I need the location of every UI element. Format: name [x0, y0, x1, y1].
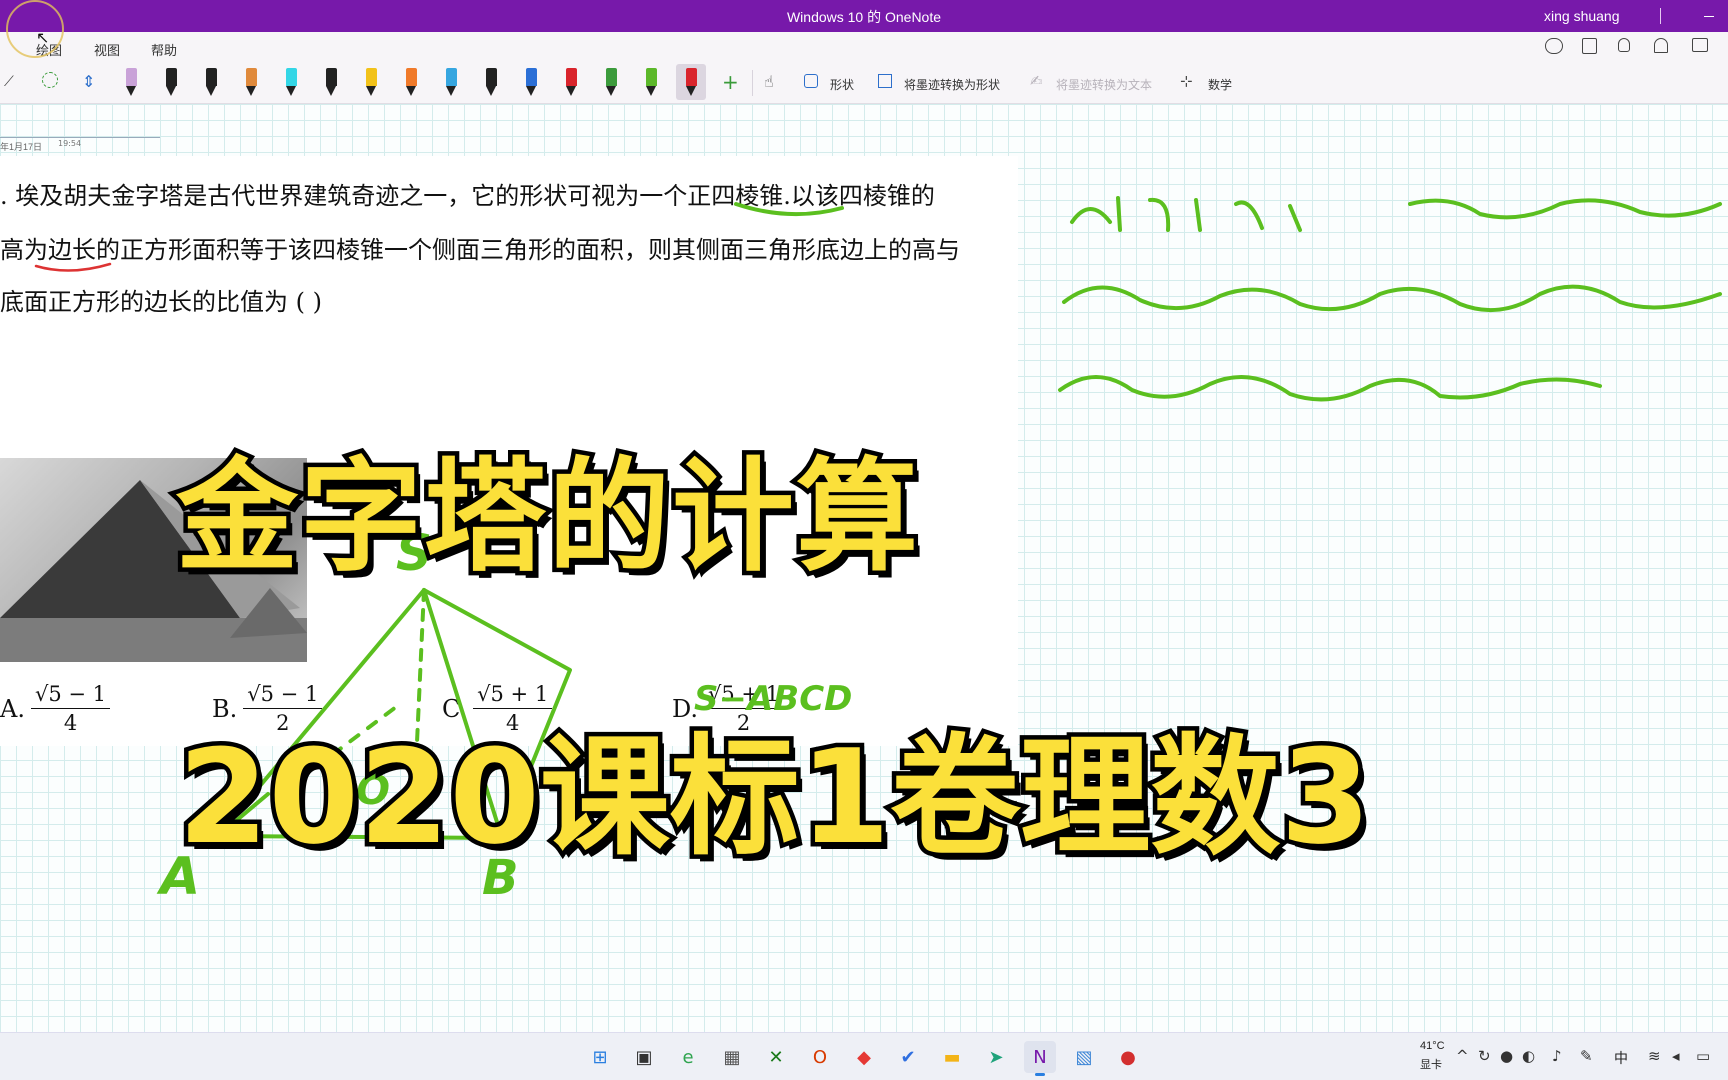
overlay-title-bottom: 2020课标1卷理数3 [174, 717, 1376, 878]
wifi-icon[interactable]: ≋ [1648, 1047, 1661, 1065]
notebook-icon[interactable] [1582, 38, 1597, 54]
active-app-indicator [1035, 1073, 1045, 1076]
recorder-icon[interactable]: ● [1112, 1041, 1144, 1073]
note-canvas[interactable]: 年1月17日 19:54 . 埃及胡夫金字塔是古代世界建筑奇迹之一，它的形状可视… [0, 104, 1728, 1032]
tab-view[interactable]: 视图 [94, 40, 120, 59]
bell-icon[interactable] [1654, 38, 1668, 53]
title-separator [1660, 8, 1661, 24]
tray-sync-icon[interactable]: ↻ [1478, 1047, 1491, 1065]
volume-icon[interactable]: ◂ [1672, 1047, 1680, 1065]
tray-temperature[interactable]: 41°C [1420, 1040, 1445, 1052]
lasso-select-icon[interactable]: ⟋ [4, 74, 14, 90]
lightbulb-icon[interactable] [1618, 38, 1630, 52]
photos-icon[interactable]: ▧ [1068, 1041, 1100, 1073]
toolbar-pen-9[interactable] [436, 64, 466, 100]
taskbar: ⊞ ▣ e ▦ ✕ O ◆ ✔ ▬ ➤ N ▧ ● 41°C 显卡 ^ ↻ ● ◐ ♪ ✎ 中 ≋ ◂ … [0, 1032, 1728, 1080]
xbox-icon[interactable]: ✕ [760, 1041, 792, 1073]
tray-app-icon[interactable]: ● [1500, 1047, 1513, 1065]
ink-to-shape-icon[interactable] [878, 74, 892, 88]
toolbar-pen-13[interactable] [596, 64, 626, 100]
ink-underline-red [34, 262, 112, 272]
insert-space-icon[interactable]: ⇕ [82, 72, 95, 91]
toolbar-pen-5[interactable] [276, 64, 306, 100]
draw-toolbar: ⟋ ⇕ + ☝ 形状 将墨迹转换为形状 ✍ 将墨迹转换为文本 ⊹ 数学 [0, 60, 1728, 104]
toolbar-pen-3[interactable] [196, 64, 226, 100]
cursor-highlight [6, 0, 64, 58]
ink-to-text-button: 将墨迹转换为文本 [1056, 78, 1153, 92]
shapes-icon[interactable] [804, 74, 818, 88]
ink-underline-green [734, 202, 844, 217]
toolbar-pen-6[interactable] [316, 64, 346, 100]
user-name[interactable]: xing shuang [1544, 8, 1620, 24]
toolbar-pen-11[interactable] [516, 64, 546, 100]
ink-note-line-1a [1070, 196, 1302, 232]
ink-note-line-3 [1058, 374, 1602, 402]
share-icon[interactable] [1692, 38, 1708, 52]
app-green-icon[interactable]: ➤ [980, 1041, 1012, 1073]
toolbar-pen-7[interactable] [356, 64, 386, 100]
toolbar-pen-8[interactable] [396, 64, 426, 100]
ink-note-line-1b [1408, 198, 1722, 220]
tray-gpu-label[interactable]: 显卡 [1420, 1056, 1442, 1072]
toolbar-pen-4[interactable] [236, 64, 266, 100]
app-blue-icon[interactable]: ✔ [892, 1041, 924, 1073]
sync-icon[interactable] [1545, 38, 1563, 54]
edge-icon[interactable]: e [672, 1041, 704, 1073]
file-explorer-icon[interactable]: ▬ [936, 1041, 968, 1073]
microphone-icon[interactable]: ♪ [1552, 1047, 1562, 1065]
app-red-icon[interactable]: ◆ [848, 1041, 880, 1073]
math-icon[interactable]: ⊹ [1180, 72, 1193, 90]
onenote-icon[interactable]: N [1024, 1041, 1056, 1076]
ink-to-shape-button[interactable]: 将墨迹转换为形状 [904, 76, 1000, 93]
menu-bar: 绘图 视图 帮助 [0, 32, 1728, 64]
tray-overflow-icon[interactable]: ^ [1456, 1047, 1469, 1065]
ink-to-text-icon: ✍ [1030, 72, 1043, 90]
task-view-icon[interactable]: ▣ [628, 1041, 660, 1073]
add-space-icon[interactable] [42, 72, 58, 88]
ink-note-line-2 [1062, 284, 1722, 313]
touch-draw-icon[interactable]: ☝ [764, 72, 774, 91]
title-bar: Windows 10 的 OneNote xing shuang [0, 0, 1728, 32]
toolbar-pen-12[interactable] [556, 64, 586, 100]
toolbar-divider [752, 70, 753, 96]
input-method-indicator[interactable]: 中 [1614, 1048, 1628, 1068]
tab-help[interactable]: 帮助 [151, 40, 177, 59]
add-pen-icon[interactable]: + [722, 70, 739, 94]
toolbar-pen-2[interactable] [156, 64, 186, 100]
minimize-button[interactable] [1700, 4, 1720, 24]
toolbar-pen-1[interactable] [116, 64, 146, 100]
tray-qq-icon[interactable]: ◐ [1522, 1047, 1535, 1065]
math-button[interactable]: 数学 [1208, 76, 1232, 93]
toolbar-pen-10[interactable] [476, 64, 506, 100]
pen-menu-icon[interactable]: ✎ [1580, 1047, 1593, 1065]
toolbar-pen-14[interactable] [636, 64, 666, 100]
calculator-icon[interactable]: ▦ [716, 1041, 748, 1073]
toolbar-pen-15[interactable] [676, 64, 706, 100]
shapes-button[interactable]: 形状 [830, 76, 854, 93]
office-icon[interactable]: O [804, 1041, 836, 1073]
mouse-pointer-icon: ↖ [36, 28, 50, 47]
window-title: Windows 10 的 OneNote [786, 9, 942, 25]
battery-icon[interactable]: ▭ [1696, 1047, 1710, 1065]
start-icon[interactable]: ⊞ [584, 1041, 616, 1073]
overlay-title-top: 金字塔的计算 [172, 442, 923, 593]
